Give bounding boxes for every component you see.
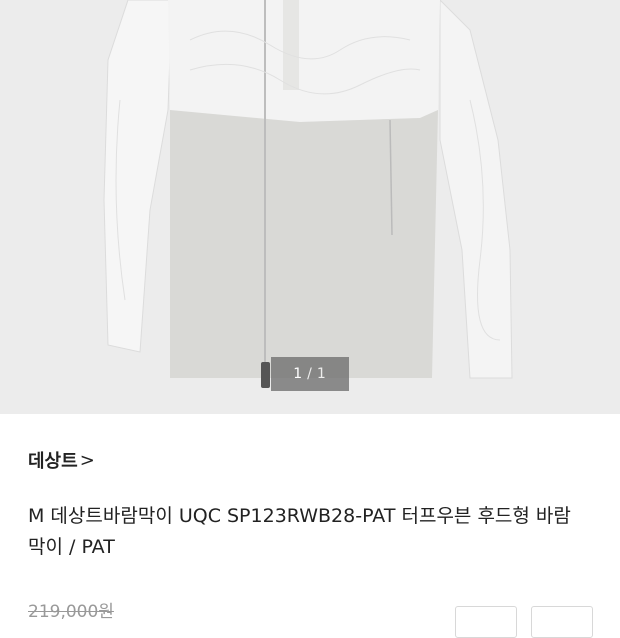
action-button-1[interactable] <box>455 606 517 638</box>
action-button-2[interactable] <box>531 606 593 638</box>
brand-name: 데상트 <box>28 451 78 472</box>
product-title: M 데상트바람막이 UQC SP123RWB28-PAT 터프우븐 후드형 바람… <box>28 505 571 558</box>
brand-link[interactable]: 데상트 > <box>28 447 95 473</box>
image-counter-current: 1 <box>293 366 304 382</box>
product-photo <box>103 0 513 388</box>
image-counter-total: 1 <box>316 366 327 382</box>
original-price: 219,000원 <box>28 602 114 622</box>
chevron-right-icon: > <box>79 449 95 471</box>
product-image-area[interactable]: 1 / 1 <box>0 0 620 414</box>
image-counter-separator: / <box>307 366 313 382</box>
image-counter: 1 / 1 <box>271 357 349 391</box>
